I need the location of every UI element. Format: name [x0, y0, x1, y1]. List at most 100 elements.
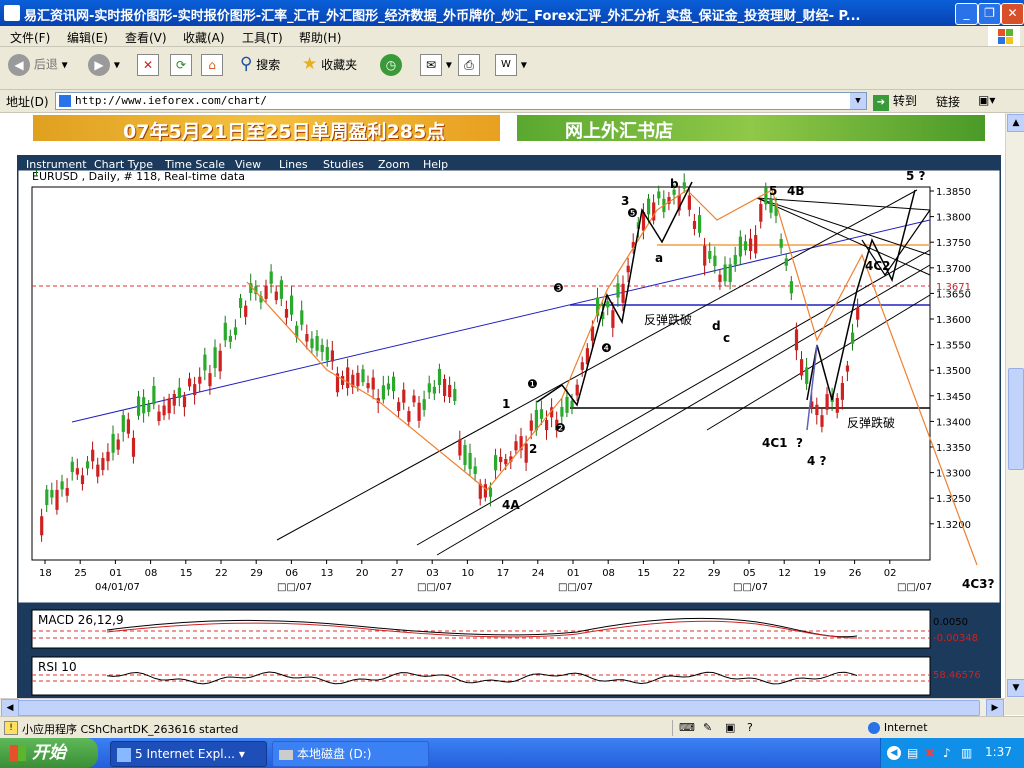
candle-body — [167, 398, 171, 414]
candle-body — [458, 439, 462, 456]
print-button[interactable]: ⎙ — [458, 54, 480, 82]
minimize-button[interactable]: _ — [955, 3, 978, 25]
task-internet-explorer[interactable]: 5 Internet Expl... ▾ — [110, 741, 267, 767]
candle-body — [310, 338, 314, 349]
vertical-scroll-thumb[interactable] — [1008, 368, 1024, 470]
candle-body — [80, 475, 85, 485]
window-title: 易汇资讯网-实时报价图形-实时报价图形-汇率_汇市_外汇图形_经济数据_外币牌价… — [24, 9, 861, 24]
windows-flag-icon — [10, 745, 26, 761]
stop-button[interactable]: ✕ — [137, 54, 159, 82]
network-icon[interactable]: ▤ — [907, 746, 918, 760]
scroll-right-icon[interactable]: ▶ — [986, 699, 1004, 717]
price-label: 1.3550 — [936, 341, 971, 352]
candle-body — [279, 280, 283, 299]
mail-button[interactable]: ✉ ▾ — [420, 54, 452, 82]
address-dropdown-icon[interactable]: ▼ — [850, 93, 866, 109]
banner-bookstore[interactable]: 网上外汇书店 — [517, 115, 985, 142]
date-label: 15 — [637, 568, 650, 579]
date-label: 29 — [250, 568, 263, 579]
volume-icon[interactable]: ♪ — [943, 746, 951, 760]
maximize-button[interactable]: ❐ — [978, 3, 1001, 25]
candle-body — [443, 378, 447, 397]
wave-label-4c2: 4C2 — [865, 259, 891, 273]
clock[interactable]: 1:37 — [985, 745, 1012, 759]
month-label: 04/01/07 — [95, 582, 140, 593]
date-label: 18 — [39, 568, 52, 579]
menu-favorites[interactable]: 收藏(A) — [183, 29, 225, 46]
candle-body — [616, 283, 620, 298]
candle-body — [657, 191, 661, 199]
tray-expand-icon[interactable]: ◀ — [887, 746, 901, 760]
back-arrow-icon: ◀ — [8, 54, 30, 76]
candle-body — [784, 258, 788, 266]
rebound-break-label-2: 反弹跌破 — [847, 415, 895, 430]
edit-button[interactable]: W ▾ — [495, 54, 527, 82]
favorites-button[interactable]: ★ 收藏夹 — [302, 54, 357, 82]
word-icon: W — [495, 54, 517, 76]
wave-label-4c1: 4C1 — [762, 436, 788, 450]
search-button[interactable]: ⚲ 搜索 — [240, 54, 280, 82]
candle-body — [407, 411, 411, 422]
candle-body — [422, 399, 426, 410]
status-icons: ⌨ ✎ ▣ ? — [672, 720, 783, 736]
date-label: 10 — [461, 568, 474, 579]
candle-body — [494, 455, 498, 471]
macd-top-value: 0.0050 — [933, 617, 968, 628]
candle-body — [825, 394, 829, 410]
candle-body — [392, 376, 396, 392]
candle-body — [488, 487, 493, 497]
scroll-up-icon[interactable]: ▲ — [1007, 114, 1024, 132]
candle-body — [361, 369, 365, 383]
price-label: 1.3750 — [936, 238, 971, 249]
menu-file[interactable]: 文件(F) — [10, 29, 50, 46]
links-button[interactable]: 链接 — [936, 93, 960, 110]
candle-body — [172, 393, 176, 406]
antivirus-icon[interactable]: ▥ — [961, 746, 972, 760]
scroll-left-icon[interactable]: ◀ — [1, 699, 19, 717]
address-input[interactable]: http://www.ieforex.com/chart/ ▼ — [55, 92, 867, 110]
start-button[interactable]: 开始 — [0, 738, 98, 768]
back-button[interactable]: ◀ 后退 ▾ — [8, 54, 68, 82]
forward-button[interactable]: ▶ ▾ — [88, 54, 120, 82]
security-icon[interactable]: ✖ — [925, 746, 935, 760]
monitor-icon: ▣ — [725, 721, 736, 734]
horizontal-scroll-thumb[interactable] — [18, 700, 980, 716]
candle-body — [70, 461, 74, 472]
price-label: 1.3200 — [936, 520, 971, 531]
candle-body — [284, 309, 289, 318]
date-label: 26 — [849, 568, 862, 579]
home-button[interactable]: ⌂ — [201, 54, 223, 82]
close-button[interactable]: ✕ — [1001, 3, 1024, 25]
candle-body — [182, 396, 187, 408]
horizontal-scrollbar[interactable]: ◀ ▶ — [0, 698, 1005, 717]
go-button[interactable]: ➔ 转到 — [873, 92, 917, 111]
vertical-scrollbar[interactable]: ▲ ▼ — [1005, 113, 1024, 698]
candle-body — [290, 295, 294, 315]
candle-body — [60, 481, 64, 490]
candle-body — [320, 344, 324, 352]
candle-body — [718, 274, 722, 282]
links-extra-icon[interactable]: ▣▾ — [978, 93, 995, 107]
menu-edit[interactable]: 编辑(E) — [67, 29, 108, 46]
candle-body — [713, 255, 717, 267]
circled-5-label: ❺ — [627, 206, 638, 220]
windows-logo — [988, 26, 1020, 46]
banner-profit[interactable]: 07年5月21日至25日单周盈利285点 — [33, 115, 500, 143]
candle-body — [193, 384, 197, 396]
task-local-disk[interactable]: 本地磁盘 (D:) — [272, 741, 429, 767]
candle-body — [147, 404, 151, 412]
date-label: 20 — [356, 568, 369, 579]
scroll-down-icon[interactable]: ▼ — [1007, 679, 1024, 697]
refresh-button[interactable]: ⟳ — [170, 54, 192, 82]
candle-body — [55, 489, 59, 510]
candle-body — [504, 458, 508, 465]
menu-view[interactable]: 查看(V) — [125, 29, 167, 46]
history-button[interactable]: ◷ — [380, 54, 402, 82]
menu-help[interactable]: 帮助(H) — [299, 29, 341, 46]
candle-body — [570, 400, 574, 408]
date-label: 22 — [215, 568, 228, 579]
price-label: 1.3850 — [936, 187, 971, 198]
menu-tools[interactable]: 工具(T) — [242, 29, 283, 46]
circled-3-label: ❸ — [553, 281, 564, 295]
stop-icon: ✕ — [137, 54, 159, 76]
